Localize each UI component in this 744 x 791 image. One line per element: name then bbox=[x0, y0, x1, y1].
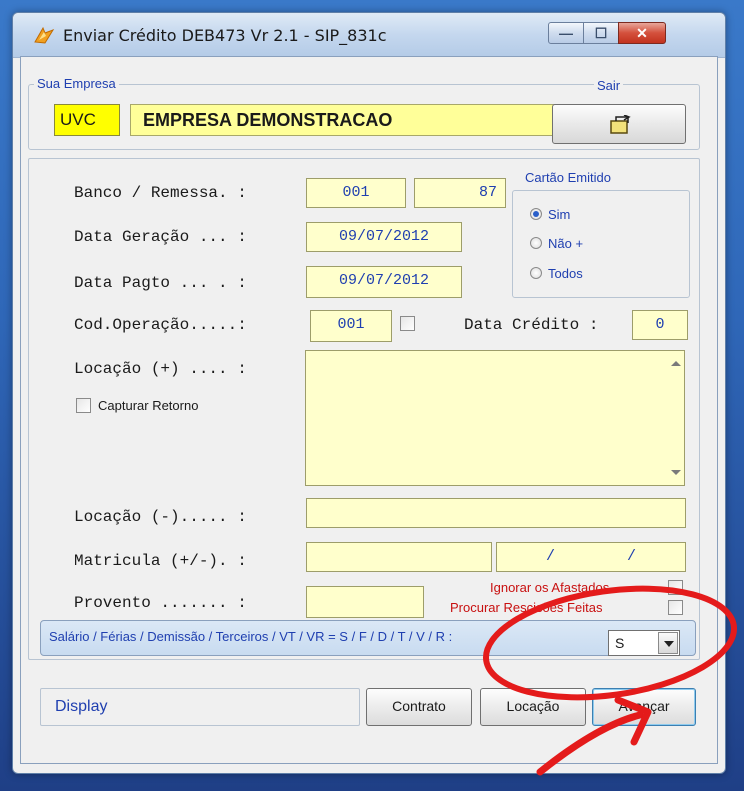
locacao-mais-label: Locação (+) .... : bbox=[74, 360, 247, 378]
close-icon: ✕ bbox=[636, 25, 648, 41]
banco-label: Banco / Remessa. : bbox=[74, 184, 247, 202]
title-bar[interactable]: Enviar Crédito DEB473 Vr 2.1 - SIP_831c … bbox=[13, 13, 725, 58]
maximize-icon: ☐ bbox=[594, 25, 608, 41]
cod-operacao-field[interactable]: 001 bbox=[310, 310, 392, 342]
radio-nao-button[interactable] bbox=[530, 237, 542, 249]
banco-field[interactable]: 001 bbox=[306, 178, 406, 208]
cod-operacao-label: Cod.Operação.....: bbox=[74, 316, 247, 334]
radio-sim-label: Sim bbox=[548, 207, 571, 222]
matricula-label: Matricula (+/-). : bbox=[74, 552, 247, 570]
close-button[interactable]: ✕ bbox=[618, 22, 666, 44]
maximize-button[interactable]: ☐ bbox=[583, 22, 619, 44]
exit-button[interactable] bbox=[552, 104, 686, 144]
matricula-field[interactable] bbox=[306, 542, 492, 572]
capturar-retorno-checkbox[interactable] bbox=[76, 398, 91, 413]
radio-todos-button[interactable] bbox=[530, 267, 542, 279]
avancar-button[interactable]: Avançar bbox=[592, 688, 696, 726]
company-code-field[interactable]: UVC bbox=[54, 104, 120, 136]
cod-operacao-checkbox[interactable] bbox=[400, 316, 415, 331]
tipo-label: Salário / Férias / Demissão / Terceiros … bbox=[49, 629, 453, 644]
data-pagto-field[interactable]: 09/07/2012 bbox=[306, 266, 462, 298]
data-geracao-field[interactable]: 09/07/2012 bbox=[306, 222, 462, 252]
locacao-button[interactable]: Locação bbox=[480, 688, 586, 726]
locacao-scrollbar[interactable] bbox=[667, 351, 684, 485]
procurar-rescisoes-label: Procurar Rescisões Feitas bbox=[450, 600, 603, 615]
tipo-select[interactable]: S bbox=[608, 630, 680, 656]
data-credito-field[interactable]: 0 bbox=[632, 310, 688, 340]
data-geracao-label: Data Geração ... : bbox=[74, 228, 247, 246]
radio-nao-label: Não + bbox=[548, 236, 584, 251]
tipo-select-value: S bbox=[615, 635, 625, 651]
cartao-group-label: Cartão Emitido bbox=[522, 170, 614, 185]
ignorar-afastados-checkbox[interactable] bbox=[668, 580, 683, 595]
scroll-down-icon[interactable] bbox=[671, 470, 681, 475]
company-group-label: Sua Empresa bbox=[34, 76, 119, 91]
capturar-retorno-label: Capturar Retorno bbox=[98, 398, 199, 413]
provento-field[interactable] bbox=[306, 586, 424, 618]
ignorar-afastados-label: Ignorar os Afastados bbox=[490, 580, 610, 595]
data-pagto-label: Data Pagto ... . : bbox=[74, 274, 247, 292]
app-logo-icon bbox=[34, 26, 55, 44]
matricula-date-field[interactable]: / / bbox=[496, 542, 686, 572]
scroll-up-icon[interactable] bbox=[671, 361, 681, 366]
window-title: Enviar Crédito DEB473 Vr 2.1 - SIP_831c bbox=[63, 26, 387, 45]
remessa-field[interactable]: 87 bbox=[414, 178, 506, 208]
locacao-mais-textarea[interactable] bbox=[305, 350, 685, 486]
locacao-menos-field[interactable] bbox=[306, 498, 686, 528]
procurar-rescisoes-checkbox[interactable] bbox=[668, 600, 683, 615]
minimize-icon: — bbox=[559, 25, 573, 41]
company-name-field: EMPRESA DEMONSTRACAO bbox=[130, 104, 562, 136]
display-panel: Display bbox=[40, 688, 360, 726]
display-label: Display bbox=[55, 698, 108, 715]
contrato-button[interactable]: Contrato bbox=[366, 688, 472, 726]
locacao-menos-label: Locação (-)..... : bbox=[74, 508, 247, 526]
minimize-button[interactable]: — bbox=[548, 22, 584, 44]
data-credito-label: Data Crédito : bbox=[464, 316, 599, 334]
radio-todos-label: Todos bbox=[548, 266, 583, 281]
door-exit-icon bbox=[610, 115, 631, 134]
radio-sim-button[interactable] bbox=[530, 208, 542, 220]
chevron-down-icon[interactable] bbox=[658, 632, 678, 654]
exit-label: Sair bbox=[594, 78, 624, 93]
tipo-bar: Salário / Férias / Demissão / Terceiros … bbox=[40, 620, 696, 656]
provento-label: Provento ....... : bbox=[74, 594, 247, 612]
